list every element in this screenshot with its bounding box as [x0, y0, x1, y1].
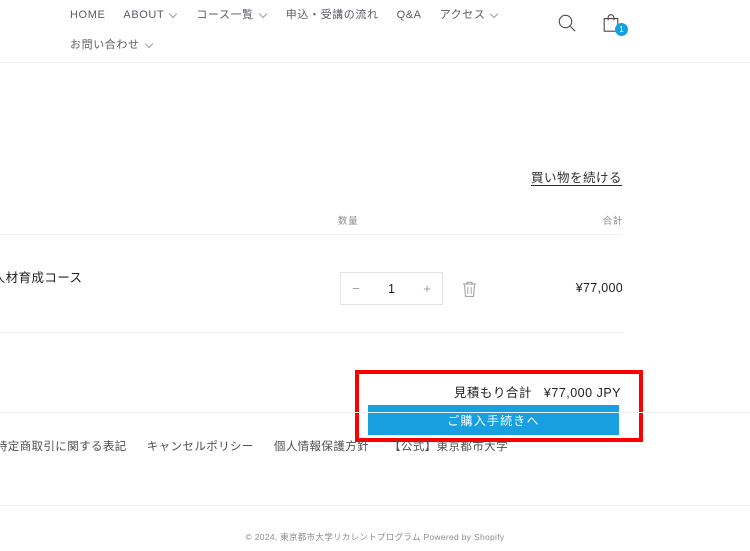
- cart-item-title[interactable]: X人材育成コース: [0, 267, 82, 286]
- powered-by-shopify-link[interactable]: Powered by Shopify: [423, 532, 504, 542]
- nav-row-primary: HOME ABOUT コース一覧 申込・受講の流れ Q&A アクセス: [70, 0, 540, 30]
- cart-item-line-total: ¥77,000: [575, 281, 623, 295]
- checkout-highlight-box: 見積もり合計 ¥77,000 JPY ご購入手続きへ: [355, 370, 643, 442]
- quantity-decrease-button[interactable]: −: [341, 273, 371, 304]
- nav-item-qa[interactable]: Q&A: [396, 8, 432, 21]
- nav-item-about[interactable]: ABOUT: [123, 8, 188, 21]
- footer-link-university-official[interactable]: 【公式】東京都市大学: [389, 438, 508, 454]
- site-logo[interactable]: rning.: [0, 11, 1, 28]
- page-root: rning. HOME ABOUT コース一覧 申込・受講の流れ Q: [0, 0, 750, 551]
- header-icon-group: 1: [556, 12, 628, 36]
- chevron-down-icon: [169, 10, 178, 19]
- subtotal-label: 見積もり合計: [453, 386, 532, 400]
- nav-item-label: お問い合わせ: [70, 38, 140, 51]
- nav-item-label: コース一覧: [196, 8, 254, 21]
- nav-item-application-flow[interactable]: 申込・受講の流れ: [285, 8, 389, 21]
- continue-shopping-link[interactable]: 買い物を続ける: [531, 167, 622, 186]
- copyright-bar: © 2024, 東京都市大学リカレントプログラム Powered by Shop…: [0, 531, 750, 543]
- nav-item-home[interactable]: HOME: [70, 8, 115, 21]
- nav-item-label: Q&A: [396, 8, 422, 21]
- cart-line-item: X人材育成コース − 1 + ¥77,000: [0, 235, 623, 333]
- nav-row-secondary: お問い合わせ: [70, 30, 540, 60]
- nav-item-label: 申込・受講の流れ: [285, 8, 379, 21]
- column-header-quantity: 数量: [338, 216, 359, 227]
- footer-link-list: 規約 特定商取引に関する表記 キャンセルポリシー 個人情報保護方針 【公式】東京…: [0, 438, 508, 454]
- search-icon[interactable]: [556, 12, 578, 34]
- quantity-input[interactable]: 1: [382, 282, 402, 296]
- cart-count-badge: 1: [615, 23, 628, 36]
- trash-icon: [463, 281, 476, 297]
- cart-table-header: 数量 合計: [0, 213, 623, 235]
- cart-button[interactable]: 1: [600, 12, 628, 36]
- checkout-button[interactable]: ご購入手続きへ: [368, 405, 619, 435]
- chevron-down-icon: [259, 10, 268, 19]
- footer-top-divider: [0, 412, 750, 413]
- footer-link-cancel-policy[interactable]: キャンセルポリシー: [147, 438, 254, 454]
- nav-item-label: ABOUT: [123, 8, 165, 21]
- copyright-text: © 2024, 東京都市大学リカレントプログラム: [245, 532, 421, 542]
- column-header-total: 合計: [602, 216, 623, 227]
- footer-link-commercial-transactions[interactable]: 特定商取引に関する表記: [0, 438, 127, 454]
- nav-item-label: アクセス: [439, 8, 486, 21]
- nav-item-label: HOME: [70, 8, 106, 21]
- subtotal-row: 見積もり合計 ¥77,000 JPY: [454, 382, 621, 401]
- nav-item-contact[interactable]: お問い合わせ: [70, 38, 164, 51]
- chevron-down-icon: [490, 10, 499, 19]
- subtotal-value: ¥77,000 JPY: [543, 386, 621, 400]
- nav-item-course-list[interactable]: コース一覧: [196, 8, 277, 21]
- site-header: rning. HOME ABOUT コース一覧 申込・受講の流れ Q: [0, 0, 750, 63]
- footer-bottom-divider: [0, 505, 750, 506]
- remove-item-button[interactable]: [461, 280, 478, 298]
- quantity-stepper: − 1 +: [340, 272, 443, 305]
- main-navigation: HOME ABOUT コース一覧 申込・受講の流れ Q&A アクセス お問い合わ…: [70, 0, 540, 60]
- chevron-down-icon: [145, 40, 154, 49]
- quantity-increase-button[interactable]: +: [412, 273, 442, 304]
- nav-item-access[interactable]: アクセス: [439, 8, 510, 21]
- footer-link-privacy-policy[interactable]: 個人情報保護方針: [274, 438, 369, 454]
